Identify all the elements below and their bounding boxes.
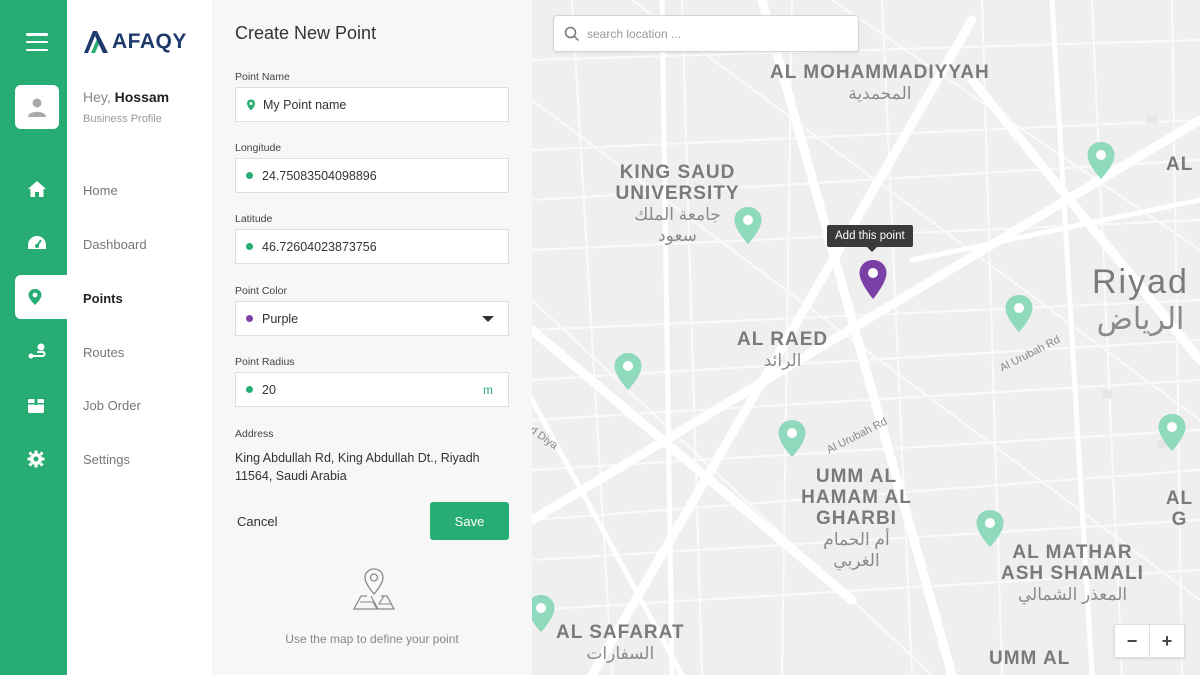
area-name-arabic: الرائد [763,351,802,370]
search-input[interactable] [587,26,837,41]
home-icon[interactable] [15,167,67,211]
latitude-field[interactable]: 46.72604023873756 [235,229,509,264]
gear-icon[interactable] [15,437,67,481]
save-button[interactable]: Save [430,502,509,540]
point-name-field[interactable]: My Point name [235,87,509,122]
icon-rail [0,0,67,675]
location-search[interactable] [553,15,859,52]
area-label: AL SAFARAT السفارات [556,622,685,664]
point-radius-label: Point Radius [235,356,295,368]
map-pin-icon [352,568,396,610]
search-icon [564,26,580,41]
longitude-field[interactable]: 24.75083504098896 [235,158,509,193]
area-name: AL G [1165,488,1194,530]
city-name-arabic: الرياض [1096,303,1185,336]
greeting-prefix: Hey, [83,89,111,105]
address-label: Address [235,428,274,440]
nav-item-routes[interactable]: Routes [83,345,124,360]
location-pin-icon[interactable] [15,275,67,319]
area-label: UMM AL HAMAM AL GHARBI أم الحمام الغربي [794,466,919,571]
latitude-value: 46.72604023873756 [262,239,377,254]
chevron-down-icon [482,316,494,322]
map-pin-icon[interactable] [532,594,556,634]
longitude-label: Longitude [235,142,282,154]
map-pin-icon[interactable] [1157,413,1187,453]
nav-item-settings[interactable]: Settings [83,452,130,467]
menu-icon[interactable] [26,33,48,52]
nav-item-home[interactable]: Home [83,183,118,198]
nav-panel: AFAQY Hey, Hossam Business Profile Home … [67,0,212,675]
map-pin-icon[interactable] [1086,141,1116,181]
route-icon[interactable] [15,329,67,373]
area-name: AL [1166,154,1194,175]
nav-item-points[interactable]: Points [83,291,123,306]
area-name-arabic: المعذر الشمالي [1017,585,1128,604]
point-radius-value: 20 [262,382,276,397]
afaqy-logo-icon [84,31,108,53]
profile-type: Business Profile [83,113,162,125]
zoom-out-button[interactable]: − [1115,625,1150,657]
form-title: Create New Point [235,23,377,43]
area-name: UMM AL [989,648,1071,669]
color-swatch [246,315,253,322]
area-label: AL MOHAMMADIYYAH المحمدية [770,62,990,104]
map-hint: Use the map to define your point [285,632,459,646]
box-icon[interactable] [15,383,67,427]
area-name: AL RAED [737,329,829,350]
map-pin-icon[interactable] [1004,294,1034,334]
area-name-arabic: أم الحمام الغربي [823,530,890,570]
point-color-value: Purple [262,311,299,326]
radius-unit: m [483,382,493,397]
map-view[interactable]: AL MOHAMMADIYYAHالمحمدية KING SAUD UNIVE… [532,0,1200,675]
dashboard-icon[interactable] [15,221,67,265]
longitude-value: 24.75083504098896 [262,168,377,183]
add-point-tooltip: Add this point [827,225,913,252]
area-label: AL G [1159,488,1200,530]
cancel-button[interactable]: Cancel [237,514,277,529]
zoom-controls: − + [1114,624,1185,658]
selected-point-pin-icon[interactable] [858,259,888,301]
area-label: AL [1166,154,1193,175]
area-name: KING SAUD UNIVERSITY [615,162,740,204]
brand-logo[interactable]: AFAQY [83,30,187,54]
nav-item-dashboard[interactable]: Dashboard [83,237,147,252]
greeting: Hey, Hossam [83,89,169,105]
zoom-in-button[interactable]: + [1150,625,1184,657]
avatar[interactable] [15,85,59,129]
area-label: AL MATHAR ASH SHAMALI المعذر الشمالي [995,542,1150,605]
city-label: Riyad الرياض [1092,262,1189,338]
status-dot [246,386,253,393]
status-dot [246,172,253,179]
nav-item-job-order[interactable]: Job Order [83,398,141,413]
point-color-label: Point Color [235,285,287,297]
area-label: AL RAED الرائد [737,329,828,371]
point-radius-field[interactable]: 20 m [235,372,509,407]
area-name: AL MATHAR ASH SHAMALI [1001,542,1144,584]
address-value: King Abdullah Rd, King Abdullah Dt., Riy… [235,451,480,483]
point-color-select[interactable]: Purple [235,301,509,336]
area-name: UMM AL HAMAM AL GHARBI [801,466,912,529]
point-name-label: Point Name [235,71,290,83]
map-pin-icon[interactable] [733,206,763,246]
area-name-arabic: السفارات [586,644,655,663]
area-name: AL MOHAMMADIYYAH [770,62,990,83]
map-pin-icon[interactable] [613,352,643,392]
point-name-value: My Point name [263,97,347,112]
latitude-label: Latitude [235,213,273,225]
location-pin-icon [247,99,255,110]
create-point-form: Create New Point Point Name My Point nam… [212,0,532,675]
area-label: UMM AL [989,648,1070,669]
status-dot [246,243,253,250]
user-icon [28,98,46,117]
brand-name: AFAQY [112,30,187,53]
user-name: Hossam [114,89,170,105]
area-name: AL SAFARAT [556,622,685,643]
map-pin-icon[interactable] [777,419,807,459]
area-name-arabic: المحمدية [848,84,912,103]
area-name-arabic: جامعة الملك سعود [634,205,721,245]
map-pin-icon[interactable] [975,509,1005,549]
city-name: Riyad [1092,263,1189,301]
